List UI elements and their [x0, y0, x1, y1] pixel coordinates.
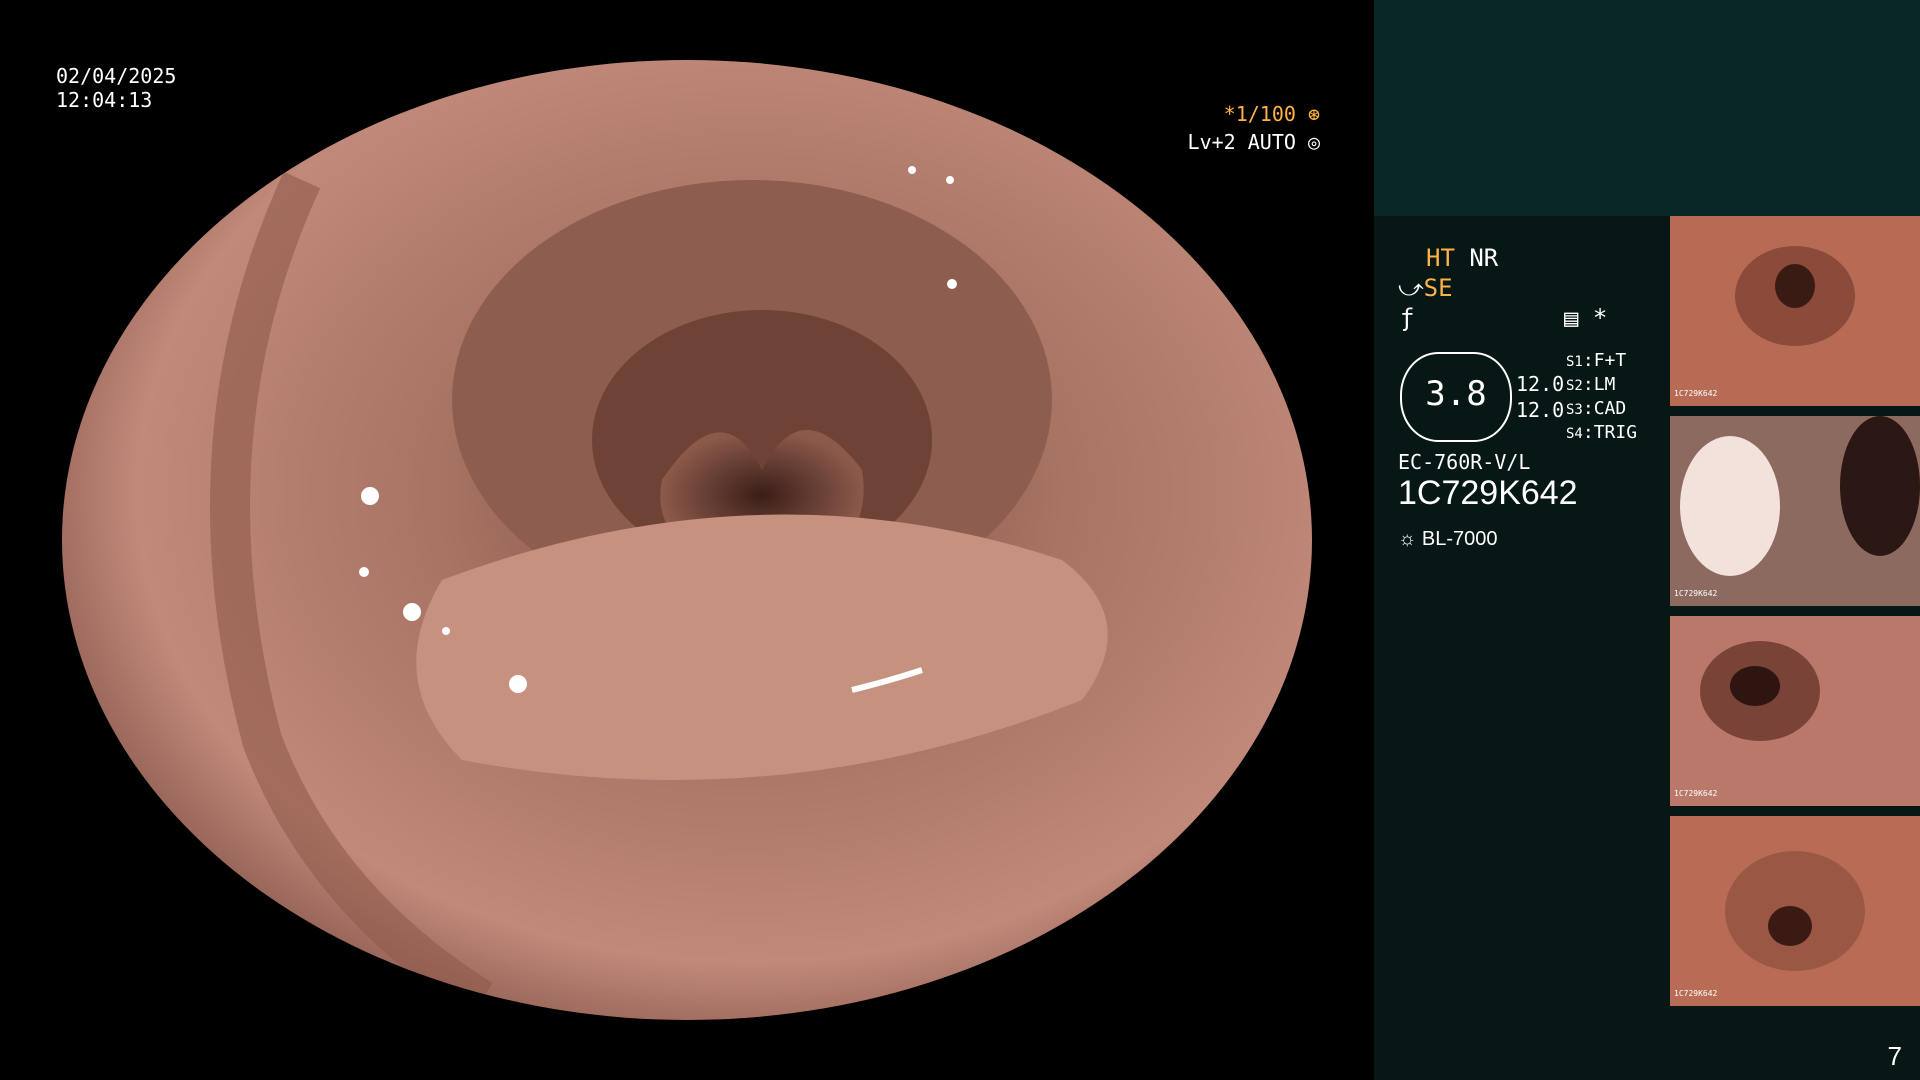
shutter-icon: ⊛	[1307, 102, 1320, 126]
s2-label: S2	[1566, 378, 1583, 394]
s4-value: TRIG	[1593, 422, 1638, 443]
thumbnail-3[interactable]: 1C729K642	[1670, 616, 1920, 806]
enhance-icon: ⤻	[1398, 274, 1424, 302]
se-indicator: SE	[1423, 274, 1453, 302]
thumbnail-serial: 1C729K642	[1674, 589, 1718, 598]
thumbnail-1[interactable]: 1C729K642	[1670, 216, 1920, 406]
thumbnail-image	[1670, 616, 1920, 806]
nr-indicator: NR	[1469, 244, 1499, 272]
s3-label: S3	[1566, 402, 1583, 418]
thumbnail-image	[1670, 416, 1920, 606]
s3-value: CAD	[1593, 398, 1627, 419]
freeze-icon: ƒ	[1400, 304, 1415, 332]
page-number: 7	[1887, 1041, 1902, 1071]
ht-indicator: HT	[1426, 244, 1455, 272]
light-source-icon: ☼	[1398, 528, 1417, 550]
exposure-overlay: *1/100 ⊛ Lv+2 AUTO ◎	[1188, 100, 1320, 156]
s4-label: S4	[1566, 426, 1583, 442]
shutter-speed: *1/100	[1223, 102, 1296, 126]
gauge-value: 3.8	[1425, 374, 1487, 414]
time-text: 12:04:13	[56, 88, 153, 112]
menu-icon: ▤	[1564, 304, 1579, 332]
date-text: 02/04/2025	[56, 64, 177, 88]
thumbnail-4[interactable]: 1C729K642	[1670, 816, 1920, 1006]
datetime-overlay: 02/04/2025 12:04:13	[56, 64, 176, 112]
endoscope-main-view	[62, 60, 1312, 1020]
endoscope-image	[62, 60, 1312, 1020]
thumbnail-serial: 1C729K642	[1674, 789, 1718, 798]
thumbnail-serial: 1C729K642	[1674, 389, 1718, 398]
thumbnail-serial: 1C729K642	[1674, 989, 1718, 998]
brightness-level: Lv+2 AUTO	[1187, 130, 1296, 154]
star-indicator: *	[1592, 304, 1608, 332]
scope-serial: 1C729K642	[1398, 474, 1578, 512]
value-2: 12.0	[1516, 398, 1565, 422]
gauge-display: 3.8	[1400, 352, 1512, 442]
thumbnail-image	[1670, 216, 1920, 406]
s1-label: S1	[1566, 354, 1583, 370]
light-source-text: BL-7000	[1421, 528, 1498, 550]
scope-model: EC-760R-V/L	[1398, 450, 1531, 474]
side-panel-top	[1374, 0, 1920, 216]
s2-value: LM	[1593, 374, 1616, 395]
thumbnail-2[interactable]: 1C729K642	[1670, 416, 1920, 606]
auto-iris-icon: ◎	[1307, 130, 1320, 154]
s1-value: F+T	[1593, 350, 1627, 371]
thumbnail-image	[1670, 816, 1920, 1006]
value-1: 12.0	[1516, 372, 1565, 396]
